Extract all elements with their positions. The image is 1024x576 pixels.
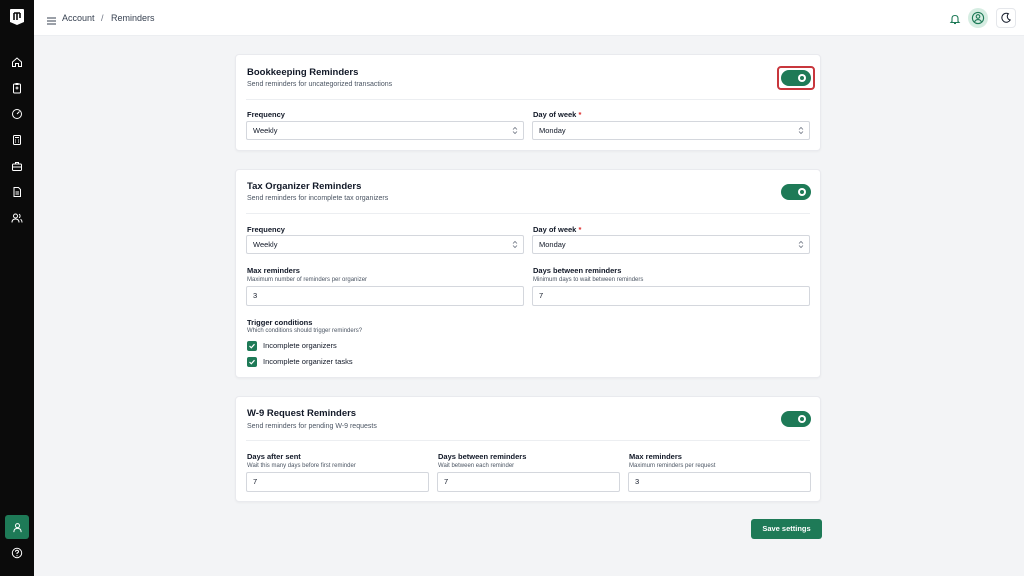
days-between-value: 7 [444,477,449,486]
days-after-sent-value: 7 [253,477,258,486]
incomplete-organizers-checkbox[interactable] [247,341,257,351]
day-of-week-select[interactable]: Monday [532,235,810,254]
day-of-week-label: Day of week * [533,110,582,119]
days-between-value: 7 [539,291,544,300]
max-reminders-hint: Maximum reminders per request [629,463,716,469]
max-reminders-hint: Maximum number of reminders per organize… [247,277,368,283]
sidebar [0,0,34,576]
moon-icon[interactable] [996,8,1016,28]
breadcrumb-current: Reminders [111,13,155,23]
frequency-value: Weekly [253,126,278,135]
divider [246,213,810,214]
bell-icon[interactable] [949,12,961,25]
days-between-label: Days between reminders [533,266,622,275]
day-of-week-value: Monday [539,126,566,135]
card-subtitle: Send reminders for uncategorized transac… [247,81,393,88]
breadcrumb-separator: / [101,13,104,23]
max-reminders-input[interactable]: 3 [246,286,524,306]
day-of-week-select[interactable]: Monday [532,121,810,140]
days-between-label: Days between reminders [438,452,527,461]
frequency-value: Weekly [253,240,278,249]
briefcase-icon[interactable] [9,158,25,174]
tax-organizer-enabled-toggle[interactable] [781,184,811,200]
card-title: W-9 Request Reminders [247,408,357,419]
tax-organizer-reminders-card: Tax Organizer Reminders Send reminders f… [235,169,821,378]
user-icon[interactable] [5,515,29,539]
gauge-icon[interactable] [9,106,25,122]
check-icon [249,343,255,349]
trigger-conditions-hint: Which conditions should trigger reminder… [247,328,363,334]
check-icon [249,359,255,365]
chevron-updown-icon [798,240,804,249]
days-between-input[interactable]: 7 [532,286,810,306]
incomplete-organizer-tasks-label[interactable]: Incomplete organizer tasks [263,357,353,367]
save-settings-button[interactable]: Save settings [751,519,822,539]
w9-enabled-toggle[interactable] [781,411,811,427]
card-title: Bookkeeping Reminders [247,67,359,78]
divider [246,440,810,441]
days-after-sent-input[interactable]: 7 [246,472,429,492]
max-reminders-label: Max reminders [629,452,682,461]
days-after-sent-label: Days after sent [247,452,301,461]
frequency-label: Frequency [247,110,285,119]
home-icon[interactable] [9,54,25,70]
max-reminders-input[interactable]: 3 [628,472,811,492]
max-reminders-value: 3 [635,477,640,486]
divider [246,99,810,100]
bookkeeping-enabled-toggle[interactable] [781,70,811,86]
days-between-hint: Wait between each reminder [438,463,515,469]
days-between-input[interactable]: 7 [437,472,620,492]
breadcrumb-account[interactable]: Account [62,13,95,24]
incomplete-organizer-tasks-checkbox[interactable] [247,357,257,367]
day-of-week-label: Day of week * [533,225,582,234]
bookkeeping-reminders-card: Bookkeeping Reminders Send reminders for… [235,54,821,151]
frequency-label: Frequency [247,225,285,234]
max-reminders-value: 3 [253,291,258,300]
users-icon[interactable] [9,210,25,226]
max-reminders-label: Max reminders [247,266,300,275]
calculator-icon[interactable] [9,132,25,148]
trigger-conditions-label: Trigger conditions [247,318,313,327]
chevron-updown-icon [512,126,518,135]
clipboard-icon[interactable] [9,80,25,96]
user-circle-icon[interactable] [968,8,988,28]
days-between-hint: Minimum days to wait between reminders [533,277,644,283]
frequency-select[interactable]: Weekly [246,121,524,140]
card-title: Tax Organizer Reminders [247,181,362,192]
incomplete-organizers-label[interactable]: Incomplete organizers [263,341,337,351]
logo-icon[interactable] [9,8,25,26]
card-subtitle: Send reminders for incomplete tax organi… [247,195,389,202]
frequency-select[interactable]: Weekly [246,235,524,254]
help-icon[interactable] [9,545,25,561]
document-icon[interactable] [9,184,25,200]
days-after-sent-hint: Wait this many days before first reminde… [247,463,356,469]
w9-request-reminders-card: W-9 Request Reminders Send reminders for… [235,396,821,502]
topbar: Account / Reminders [34,0,1024,36]
menu-icon[interactable] [47,13,56,25]
card-subtitle: Send reminders for pending W-9 requests [247,423,377,430]
day-of-week-value: Monday [539,240,566,249]
chevron-updown-icon [512,240,518,249]
chevron-updown-icon [798,126,804,135]
